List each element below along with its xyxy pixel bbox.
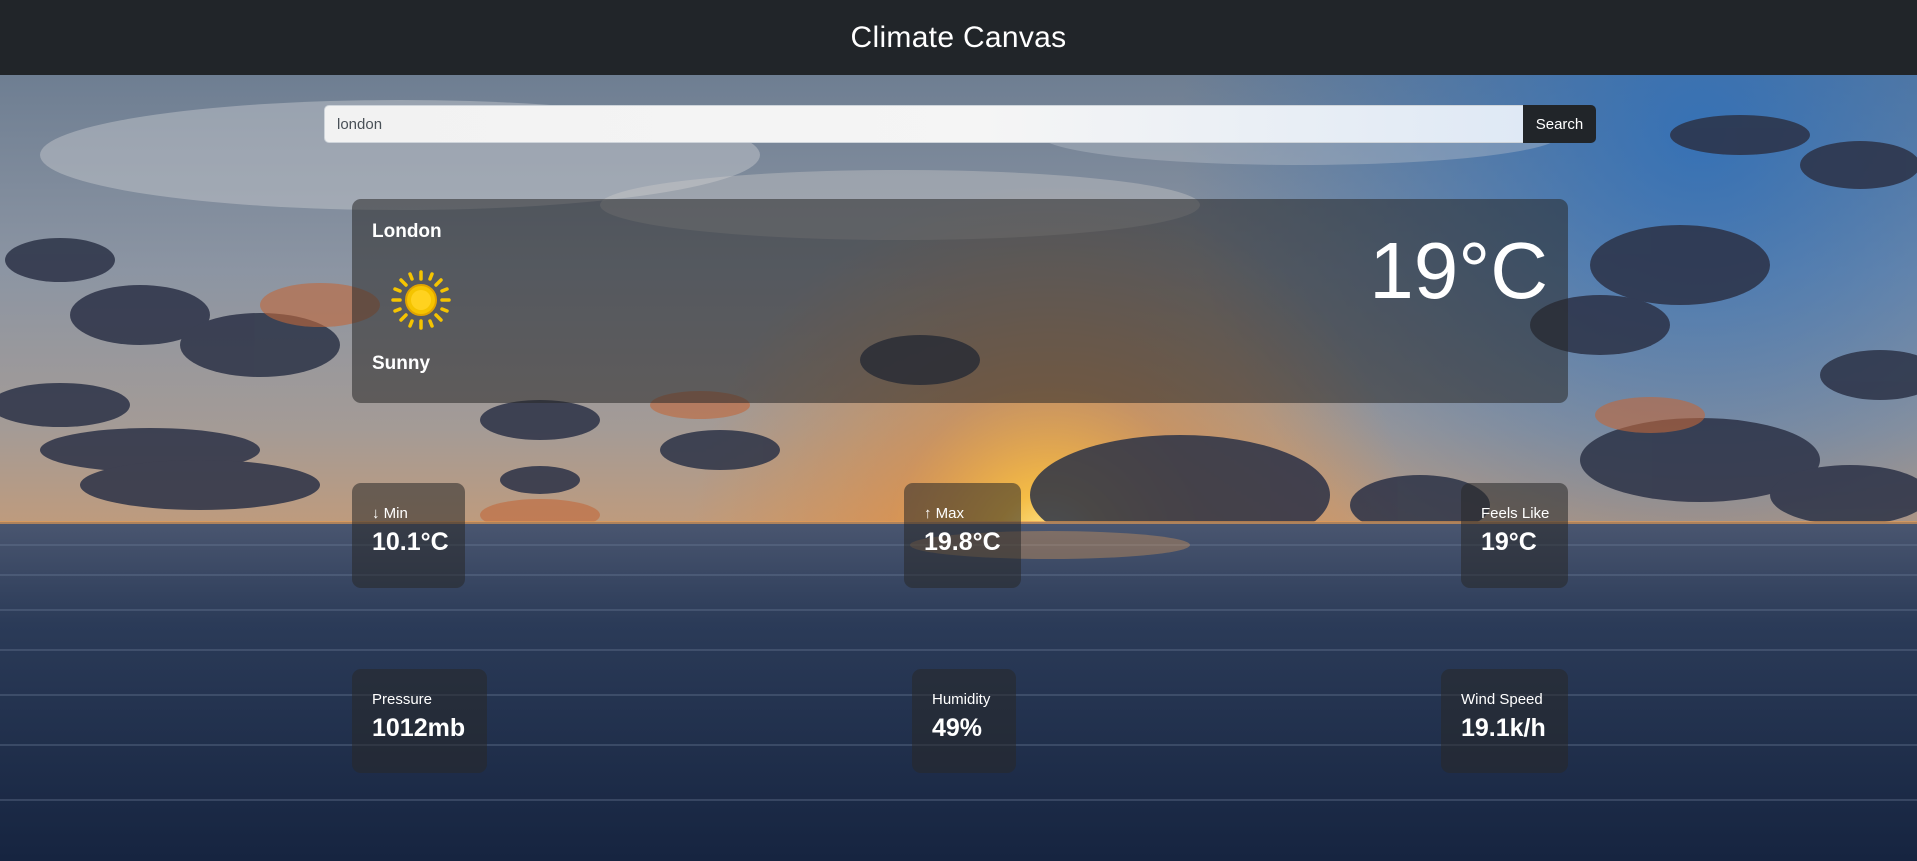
- wind-speed-label: Wind Speed: [1461, 691, 1543, 708]
- current-weather-card: London Sunny 19°C: [352, 199, 1568, 403]
- min-temp-value: 10.1°C: [372, 528, 449, 556]
- search-bar: Search: [324, 105, 1596, 143]
- weather-condition: Sunny: [372, 353, 431, 374]
- wind-speed-card: Wind Speed 19.1k/h: [1441, 669, 1568, 773]
- min-temp-label: ↓ Min: [372, 505, 408, 522]
- app-title: Climate Canvas: [850, 20, 1067, 54]
- max-temp-label: ↑ Max: [924, 505, 965, 522]
- humidity-card: Humidity 49%: [912, 669, 1016, 773]
- city-name: London: [372, 221, 442, 242]
- pressure-card: Pressure 1012mb: [352, 669, 487, 773]
- navbar: Climate Canvas: [0, 0, 1917, 75]
- min-temp-card: ↓ Min 10.1°C: [352, 483, 465, 588]
- humidity-value: 49%: [932, 714, 983, 742]
- feels-like-card: Feels Like 19°C: [1461, 483, 1568, 588]
- wind-speed-value: 19.1k/h: [1461, 714, 1546, 742]
- max-temp-value: 19.8°C: [924, 528, 1001, 556]
- feels-like-value: 19°C: [1481, 528, 1537, 556]
- sun-icon: [390, 269, 452, 331]
- feels-like-label: Feels Like: [1481, 505, 1550, 522]
- search-input[interactable]: [324, 105, 1523, 143]
- humidity-label: Humidity: [932, 691, 991, 708]
- pressure-label: Pressure: [372, 691, 433, 708]
- max-temp-card: ↑ Max 19.8°C: [904, 483, 1021, 588]
- search-button[interactable]: Search: [1523, 105, 1596, 143]
- current-temperature: 19°C: [1369, 226, 1548, 315]
- pressure-value: 1012mb: [372, 714, 466, 742]
